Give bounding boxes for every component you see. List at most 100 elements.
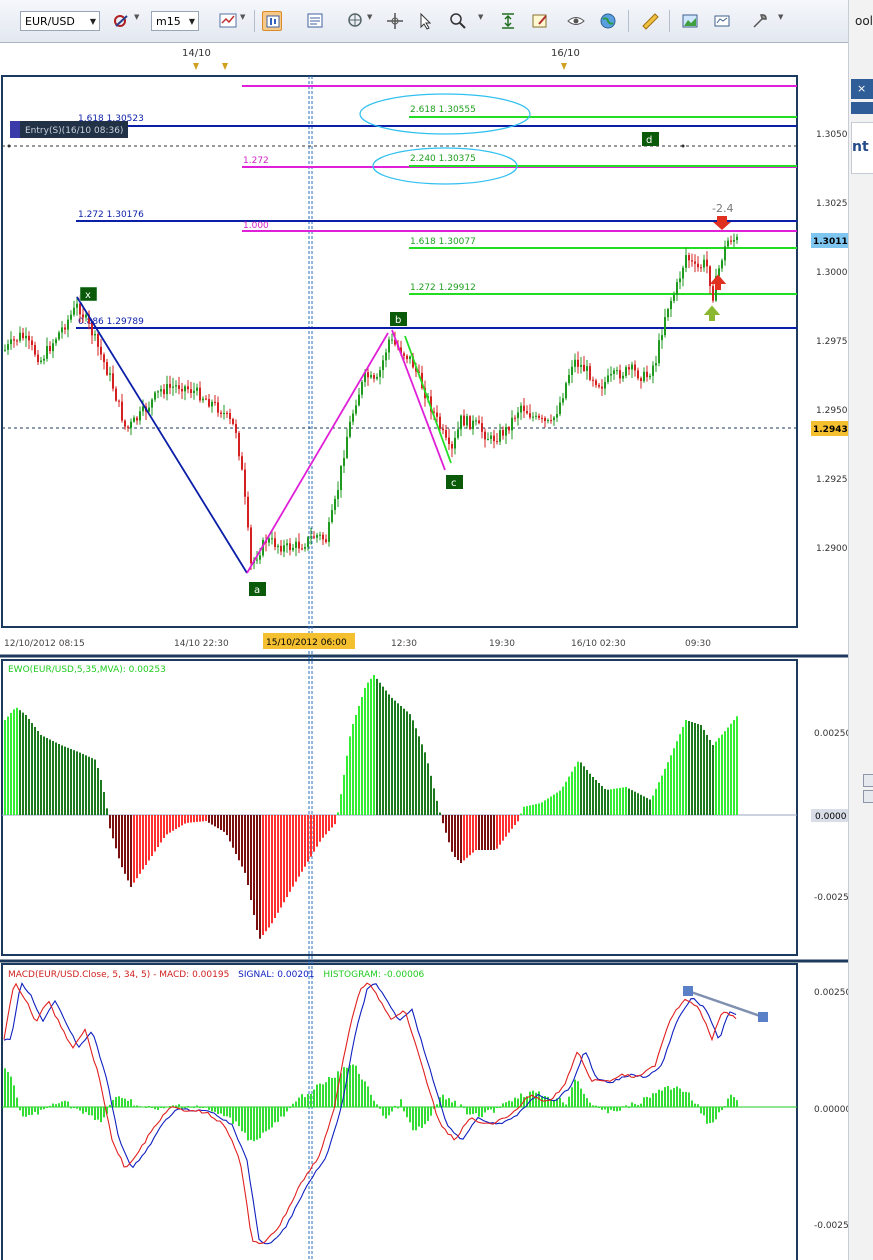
ewo-bar — [574, 766, 576, 815]
candle-body — [304, 546, 306, 549]
candle-body — [247, 496, 249, 528]
macd-hist-bar — [634, 1103, 636, 1107]
macd-hist-bar — [601, 1107, 603, 1110]
ewo-bar — [583, 766, 585, 815]
panel-header-strip — [851, 102, 873, 114]
candle-body — [73, 307, 75, 315]
macd-hist-bar — [667, 1086, 669, 1107]
tools-wrench-icon[interactable] — [750, 11, 770, 31]
price-axis[interactable]: 1.3050 1.3025 1.3000 1.2975 1.2950 1.292… — [811, 130, 848, 554]
candle-body — [148, 407, 150, 412]
candles-view-icon[interactable] — [262, 11, 282, 31]
zoom-icon[interactable] — [448, 11, 468, 31]
macd-hist-bar — [4, 1068, 6, 1107]
candle-body — [460, 415, 462, 430]
data-window-icon[interactable] — [305, 11, 325, 31]
macd-hist-bar — [289, 1107, 291, 1108]
wave-label-d[interactable]: d — [642, 132, 659, 146]
macd-hist-bar — [448, 1098, 450, 1107]
candle-body — [667, 309, 669, 318]
ewo-tick-label: -0.0025 — [814, 893, 848, 903]
ewo-bar — [265, 815, 267, 932]
entry-order-handle[interactable] — [10, 121, 20, 138]
globe-icon[interactable] — [598, 11, 618, 31]
candle-body — [694, 261, 696, 264]
candle-body — [568, 374, 570, 384]
macd-hist-bar — [25, 1107, 27, 1117]
ewo-bar — [661, 775, 663, 815]
ewo-bar — [622, 787, 624, 815]
panel-close-button[interactable]: × — [851, 79, 873, 99]
macd-hist-bar — [403, 1107, 405, 1112]
event-marker-icon[interactable] — [193, 63, 199, 70]
ruler-icon[interactable] — [640, 11, 660, 31]
wave-label-a[interactable]: a — [249, 582, 266, 596]
macd-hist-bar — [625, 1105, 627, 1107]
wave-label-b[interactable]: b — [390, 312, 407, 326]
ewo-bar — [466, 815, 468, 858]
cursor-tools-icon[interactable] — [345, 11, 365, 31]
trendline-handle[interactable] — [683, 986, 693, 996]
macd-hist-bar — [418, 1107, 420, 1127]
ewo-bar — [616, 788, 618, 815]
macd-hist-bar — [259, 1107, 261, 1139]
wave-label-x[interactable]: x — [79, 286, 98, 302]
print-chart-icon[interactable] — [712, 11, 732, 31]
candle-body — [700, 267, 702, 269]
symbol-select[interactable]: EUR/USD ▼ — [20, 11, 100, 31]
pointer-icon[interactable] — [415, 11, 435, 31]
time-axis[interactable]: 12/10/2012 08:15 14/10 22:30 15/10/2012 … — [4, 633, 711, 649]
tools-dropdown-icon[interactable]: ▼ — [778, 13, 783, 21]
chart-type-dropdown-icon[interactable]: ▼ — [240, 13, 245, 21]
event-marker-icon[interactable] — [222, 63, 228, 70]
crosshair-icon[interactable] — [385, 11, 405, 31]
time-tick-label: 16/10 02:30 — [571, 639, 626, 649]
indicator-icon[interactable] — [112, 11, 132, 31]
ewo-bar — [679, 734, 681, 815]
candle-body — [646, 371, 648, 378]
ewo-bar — [664, 768, 666, 815]
timeframe-select[interactable]: m15 ▼ — [151, 11, 199, 31]
screenshot-icon[interactable] — [680, 11, 700, 31]
chart-type-icon[interactable] — [218, 11, 238, 31]
scroll-up-button[interactable] — [863, 774, 873, 787]
macd-hist-bar — [559, 1097, 561, 1107]
event-marker-icon[interactable] — [561, 63, 567, 70]
entry-anchor — [7, 144, 11, 148]
ewo-bar — [82, 753, 84, 815]
hide-show-icon[interactable] — [566, 11, 586, 31]
macd-hist-bar — [154, 1107, 156, 1110]
zoom-dropdown-icon[interactable]: ▼ — [478, 13, 483, 21]
scroll-down-button[interactable] — [863, 790, 873, 803]
ewo-bar — [37, 731, 39, 815]
wave-label-c[interactable]: c — [446, 475, 463, 489]
candle-body — [211, 401, 213, 407]
edit-chart-icon[interactable] — [530, 11, 550, 31]
candle-body — [49, 345, 51, 352]
ewo-bar — [529, 805, 531, 815]
chart-area[interactable]: 14/10 16/10 1.618 1.30523 2.618 1.30555 … — [0, 42, 848, 1260]
price-tick-label: 1.3025 — [816, 199, 848, 209]
trendline-handle[interactable] — [758, 1012, 768, 1022]
ewo-bar — [406, 711, 408, 815]
macd-hist-bar — [208, 1107, 210, 1110]
ewo-bar — [310, 815, 312, 857]
cursor-dropdown-icon[interactable]: ▼ — [367, 13, 372, 21]
candle-body — [706, 259, 708, 267]
ewo-bar — [355, 715, 357, 815]
price-tick-label: 1.2900 — [816, 544, 848, 554]
candle-body — [409, 356, 411, 360]
candle-body — [538, 415, 540, 418]
candle-body — [241, 456, 243, 470]
candle-body — [577, 359, 579, 367]
fit-chart-icon[interactable] — [498, 11, 518, 31]
candle-body — [157, 391, 159, 393]
tools-menu-label[interactable]: ools — [855, 14, 873, 28]
macd-hist-bar — [637, 1104, 639, 1107]
macd-hist-bar — [193, 1107, 195, 1109]
macd-hist-bar — [469, 1107, 471, 1115]
indicator-dropdown-icon[interactable]: ▼ — [134, 13, 139, 21]
price-tick-label: 1.3000 — [816, 268, 848, 278]
ewo-bar — [658, 782, 660, 815]
macd-hist-bar — [229, 1107, 231, 1118]
